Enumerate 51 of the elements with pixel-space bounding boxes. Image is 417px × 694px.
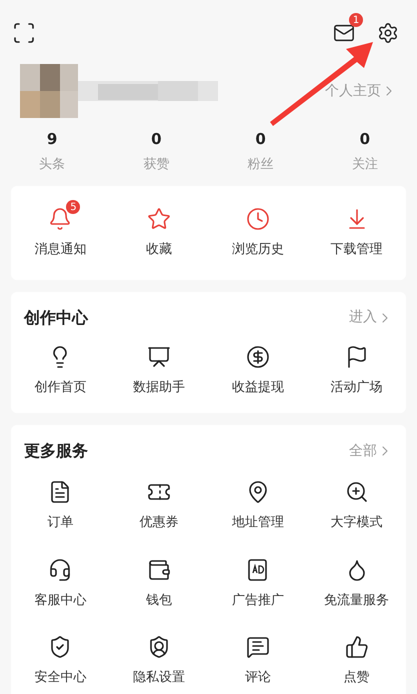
star-icon [147,207,172,231]
ad-icon [246,558,270,582]
menu-item[interactable]: 优惠券 [110,475,208,536]
stat-label: 获赞 [143,156,170,174]
headset-icon [48,558,72,582]
menu-item[interactable]: 地址管理 [208,475,308,536]
menu-item[interactable]: 创作首页 [11,340,110,401]
stat-value: 0 [360,129,370,150]
menu-item[interactable]: 浏览历史 [208,202,308,264]
menu-item[interactable]: 点赞 [307,630,406,692]
stat-item[interactable]: 9 头条 [0,128,104,174]
menu-item[interactable]: 数据助手 [110,340,208,401]
wallet-icon [147,558,172,582]
menu-item[interactable]: 免流量服务 [307,552,406,614]
menu-item[interactable]: 活动广场 [307,340,406,401]
clock-icon [246,207,270,231]
stat-item[interactable]: 0 粉丝 [208,128,313,174]
menu-item[interactable]: 5 消息通知 [11,202,110,264]
stat-item[interactable]: 0 关注 [312,128,417,174]
menu-item[interactable]: 收益提现 [208,340,308,401]
menu-item[interactable]: 大字模式 [307,475,406,536]
scan-icon [12,21,36,45]
notification-badge: 5 [66,200,80,214]
section-title: 创作中心 [24,306,88,328]
menu-item[interactable]: 订单 [11,475,110,536]
stat-label: 粉丝 [248,156,274,174]
stat-label: 头条 [39,156,66,174]
mail-button[interactable]: 1 [333,10,365,44]
notification-badge: 1 [349,13,363,27]
stat-value: 0 [255,129,266,150]
stat-value: 9 [46,129,58,150]
comment-icon [246,635,270,659]
menu-item[interactable]: 隐私设置 [110,630,208,692]
menu-item[interactable]: 评论 [208,630,308,692]
menu-item[interactable]: 下载管理 [307,202,406,264]
envelope-icon [333,22,355,44]
stat-item[interactable]: 0 获赞 [104,128,208,174]
menu-item[interactable]: 收藏 [110,202,208,264]
bell-icon [48,207,72,231]
stat-value: 0 [151,129,162,150]
section-title: 更多服务 [24,440,88,462]
settings-button[interactable] [377,22,399,44]
settings-icon [377,22,399,44]
thumbs-up-icon [344,635,369,659]
menu-item[interactable]: 客服中心 [11,552,110,614]
scan-button[interactable] [12,21,36,45]
menu-item[interactable]: 钱包 [110,552,208,614]
menu-item[interactable]: 安全中心 [11,630,110,692]
menu-item[interactable]: 广告推广 [208,552,308,614]
stat-label: 关注 [352,156,378,174]
magnifier-icon [344,480,369,504]
